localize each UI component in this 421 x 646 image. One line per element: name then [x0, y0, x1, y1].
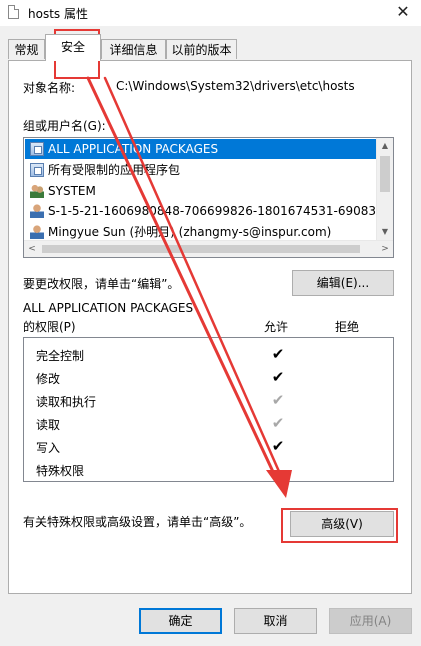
scroll-thumb[interactable]: [380, 156, 390, 192]
user-icon: [30, 225, 44, 239]
list-item[interactable]: SYSTEM: [25, 181, 377, 201]
allow-checkmark-inherited: ✔: [271, 414, 285, 432]
list-item[interactable]: Mingyue Sun (孙明月) (zhangmy-s@inspur.com): [25, 222, 377, 242]
tab-previous-versions[interactable]: 以前的版本: [166, 39, 237, 59]
package-group-icon: [30, 163, 44, 177]
close-button[interactable]: ✕: [393, 2, 413, 22]
tab-security[interactable]: 安全: [45, 34, 101, 61]
permission-subject: ALL APPLICATION PACKAGES: [23, 301, 194, 315]
table-row: 写入 ✔: [24, 435, 393, 458]
ok-button[interactable]: 确定: [139, 608, 222, 634]
deny-cell: [333, 460, 351, 478]
edit-button[interactable]: 编辑(E)...: [292, 270, 394, 296]
table-row: 完全控制 ✔: [24, 343, 393, 366]
table-row: 读取 ✔: [24, 412, 393, 435]
deny-cell: [333, 437, 351, 455]
scroll-right-icon[interactable]: >: [377, 241, 393, 257]
scroll-thumb[interactable]: [42, 245, 360, 253]
allow-checkmark: [269, 460, 287, 478]
principals-list[interactable]: ALL APPLICATION PACKAGES 所有受限制的应用程序包 SYS…: [23, 137, 394, 258]
table-row: 读取和执行 ✔: [24, 389, 393, 412]
allow-checkmark: ✔: [271, 368, 285, 386]
user-icon: [30, 204, 44, 218]
deny-header: 拒绝: [335, 320, 360, 334]
scroll-up-icon[interactable]: ▲: [377, 138, 393, 154]
tab-details[interactable]: 详细信息: [101, 39, 166, 59]
allow-checkmark-inherited: ✔: [271, 391, 285, 409]
title-bar: hosts 属性 ✕: [0, 0, 421, 26]
list-item[interactable]: ALL APPLICATION PACKAGES: [25, 139, 377, 159]
table-row: 特殊权限: [24, 458, 393, 481]
advanced-button[interactable]: 高级(V): [290, 511, 394, 537]
table-row: 修改 ✔: [24, 366, 393, 389]
object-path: C:\Windows\System32\drivers\etc\hosts: [116, 79, 355, 93]
allow-checkmark: ✔: [271, 437, 285, 455]
advanced-hint: 有关特殊权限或高级设置，请单击“高级”。: [23, 515, 252, 529]
vertical-scrollbar[interactable]: ▲ ▼: [376, 138, 393, 240]
change-hint: 要更改权限，请单击“编辑”。: [23, 277, 180, 291]
group-label: 组或用户名(G):: [23, 119, 106, 133]
close-icon: ✕: [396, 2, 410, 21]
package-group-icon: [30, 142, 44, 156]
scroll-left-icon[interactable]: <: [24, 241, 40, 257]
file-icon: [8, 5, 19, 19]
permissions-label: 的权限(P): [23, 320, 76, 334]
deny-cell: [333, 414, 351, 432]
deny-cell: [333, 391, 351, 409]
horizontal-scrollbar[interactable]: < >: [24, 240, 393, 257]
users-icon: [30, 184, 44, 198]
permissions-table: 完全控制 ✔ 修改 ✔ 读取和执行 ✔ 读取 ✔ 写入 ✔ 特殊权限: [23, 337, 394, 482]
allow-checkmark: ✔: [271, 345, 285, 363]
deny-cell: [333, 345, 351, 363]
window-title: hosts 属性: [28, 7, 88, 21]
cancel-button[interactable]: 取消: [234, 608, 317, 634]
tab-general[interactable]: 常规: [8, 39, 45, 59]
list-item[interactable]: 所有受限制的应用程序包: [25, 160, 377, 180]
list-item[interactable]: S-1-5-21-1606980848-706699826-1801674531…: [25, 201, 377, 221]
allow-header: 允许: [264, 320, 289, 334]
object-name-label: 对象名称:: [23, 81, 76, 95]
deny-cell: [333, 368, 351, 386]
scroll-down-icon[interactable]: ▼: [377, 224, 393, 240]
apply-button[interactable]: 应用(A): [329, 608, 412, 634]
